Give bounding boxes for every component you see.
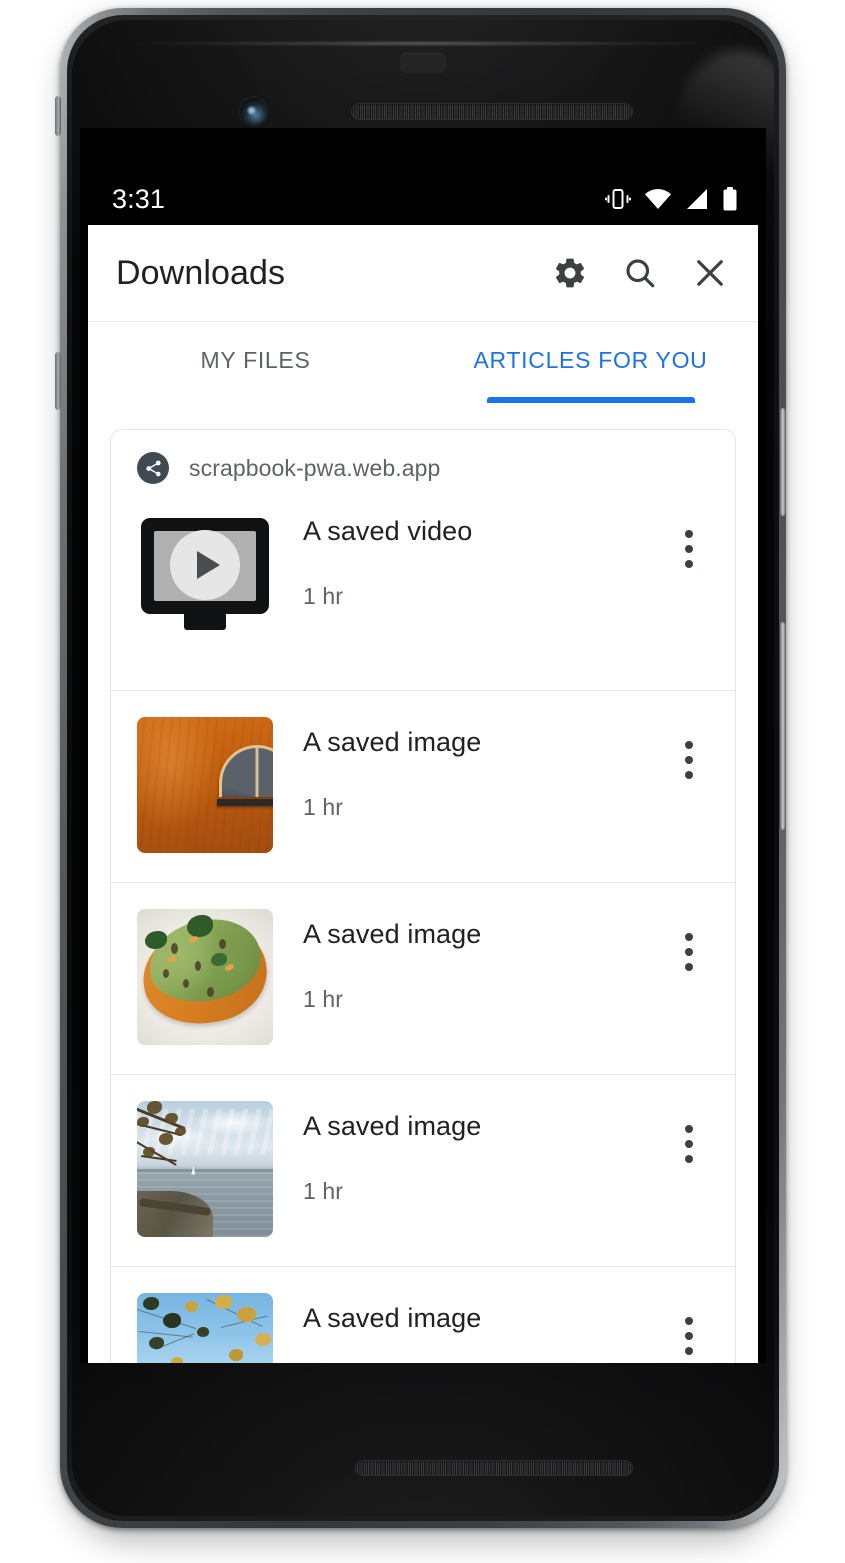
download-group-card: scrapbook-pwa.web.app A saved video 1 hr… (110, 429, 736, 1363)
video-placeholder-icon (141, 518, 269, 630)
downloads-app-panel: Downloads MY FILES ARTICLES FOR YOU scra… (88, 225, 758, 1363)
row-timestamp: 1 hr (303, 794, 344, 821)
wifi-icon (644, 188, 672, 210)
row-text-block: A saved image 1 hr (273, 1097, 663, 1205)
left-frame-accent-b (55, 96, 61, 136)
more-vertical-icon[interactable] (663, 518, 715, 580)
tab-my-files-label: MY FILES (200, 347, 311, 373)
status-bar: 3:31 (80, 173, 766, 225)
row-title: A saved image (303, 919, 482, 949)
page-title: Downloads (116, 254, 286, 292)
vibrate-icon (605, 188, 631, 210)
notch-tab (400, 53, 446, 73)
download-row-image-1[interactable]: A saved image 1 hr (111, 690, 735, 882)
search-icon (622, 255, 658, 291)
download-row-video[interactable]: A saved video 1 hr (111, 498, 735, 690)
thumbnail-city-skyline (137, 1293, 273, 1363)
thumbnail-orange-wall (137, 717, 273, 853)
battery-icon (722, 187, 738, 211)
thumbnail-avocado-toast (137, 909, 273, 1045)
tab-articles-for-you-label: ARTICLES FOR YOU (473, 347, 708, 373)
more-vertical-icon[interactable] (663, 1305, 715, 1363)
more-vertical-icon[interactable] (663, 729, 715, 791)
card-source-header: scrapbook-pwa.web.app (111, 430, 735, 498)
screenshot-root: 3:31 Downloads MY FILES ARTICLES FOR YOU… (0, 0, 845, 1563)
status-bar-clock: 3:31 (112, 183, 165, 214)
gear-icon (552, 255, 588, 291)
row-timestamp: 1 hr (303, 986, 344, 1013)
earpiece-speaker-grille (351, 103, 633, 120)
row-title: A saved image (303, 1111, 482, 1141)
tab-articles-for-you[interactable]: ARTICLES FOR YOU (423, 322, 758, 403)
download-row-image-4[interactable]: A saved image 1 hr (111, 1266, 735, 1363)
volume-rocker[interactable] (779, 622, 786, 830)
row-timestamp: 1 hr (303, 1178, 344, 1205)
row-title: A saved video (303, 516, 473, 546)
row-timestamp: 1 hr (303, 583, 344, 610)
more-vertical-icon[interactable] (663, 921, 715, 983)
status-bar-icons (605, 187, 738, 211)
search-button[interactable] (618, 251, 662, 295)
signal-icon (685, 188, 709, 210)
phone-screen: 3:31 Downloads MY FILES ARTICLES FOR YOU… (80, 128, 766, 1363)
row-title: A saved image (303, 727, 482, 757)
tab-bar: MY FILES ARTICLES FOR YOU (88, 321, 758, 403)
thumbnail-video-placeholder (137, 506, 273, 642)
front-camera-icon (240, 98, 267, 125)
power-button[interactable] (779, 408, 786, 516)
close-icon (692, 255, 728, 291)
articles-list-scroll-area[interactable]: scrapbook-pwa.web.app A saved video 1 hr… (88, 403, 758, 1363)
row-text-block: A saved image 1 hr (273, 1289, 663, 1363)
toolbar-actions (548, 251, 732, 295)
row-text-block: A saved image 1 hr (273, 905, 663, 1013)
share-icon (137, 452, 169, 484)
settings-button[interactable] (548, 251, 592, 295)
left-frame-accent-a (55, 352, 61, 410)
download-row-image-3[interactable]: A saved image 1 hr (111, 1074, 735, 1266)
app-toolbar: Downloads (88, 225, 758, 321)
row-title: A saved image (303, 1303, 482, 1333)
close-button[interactable] (688, 251, 732, 295)
tab-my-files[interactable]: MY FILES (88, 322, 423, 403)
row-text-block: A saved image 1 hr (273, 713, 663, 821)
more-vertical-icon[interactable] (663, 1113, 715, 1175)
row-text-block: A saved video 1 hr (273, 502, 663, 610)
thumbnail-lakeshore (137, 1101, 273, 1237)
download-row-image-2[interactable]: A saved image 1 hr (111, 882, 735, 1074)
card-source-label: scrapbook-pwa.web.app (189, 454, 441, 481)
bottom-speaker-grille (355, 1460, 633, 1476)
